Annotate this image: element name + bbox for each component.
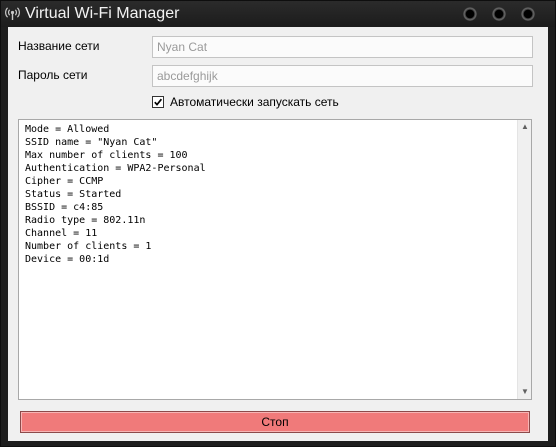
minimize-button[interactable] <box>463 7 477 21</box>
scroll-down-arrow-icon[interactable]: ▼ <box>520 387 530 397</box>
window-title: Virtual Wi-Fi Manager <box>25 5 180 22</box>
status-log-text: Mode = Allowed SSID name = "Nyan Cat" Ma… <box>25 124 206 265</box>
log-scrollbar[interactable]: ▲ ▼ <box>517 120 531 399</box>
autostart-checkbox[interactable] <box>152 96 164 108</box>
close-button[interactable] <box>521 7 535 21</box>
password-label: Пароль сети <box>18 68 88 82</box>
password-field[interactable] <box>152 65 533 87</box>
network-name-field[interactable] <box>152 36 533 58</box>
title-bar[interactable]: Virtual Wi-Fi Manager <box>1 1 555 27</box>
main-panel: Название сети Пароль сети Автоматически … <box>8 27 548 441</box>
wifi-broadcast-icon <box>5 6 20 21</box>
network-name-label: Название сети <box>18 39 100 53</box>
autostart-label: Автоматически запускать сеть <box>170 95 339 109</box>
stop-button[interactable]: Стоп <box>20 411 530 433</box>
maximize-button[interactable] <box>492 7 506 21</box>
app-window: Virtual Wi-Fi Manager Название сети Паро… <box>0 0 556 447</box>
status-log[interactable]: Mode = Allowed SSID name = "Nyan Cat" Ma… <box>18 119 532 400</box>
checkmark-icon <box>154 98 163 106</box>
scroll-up-arrow-icon[interactable]: ▲ <box>520 122 530 132</box>
